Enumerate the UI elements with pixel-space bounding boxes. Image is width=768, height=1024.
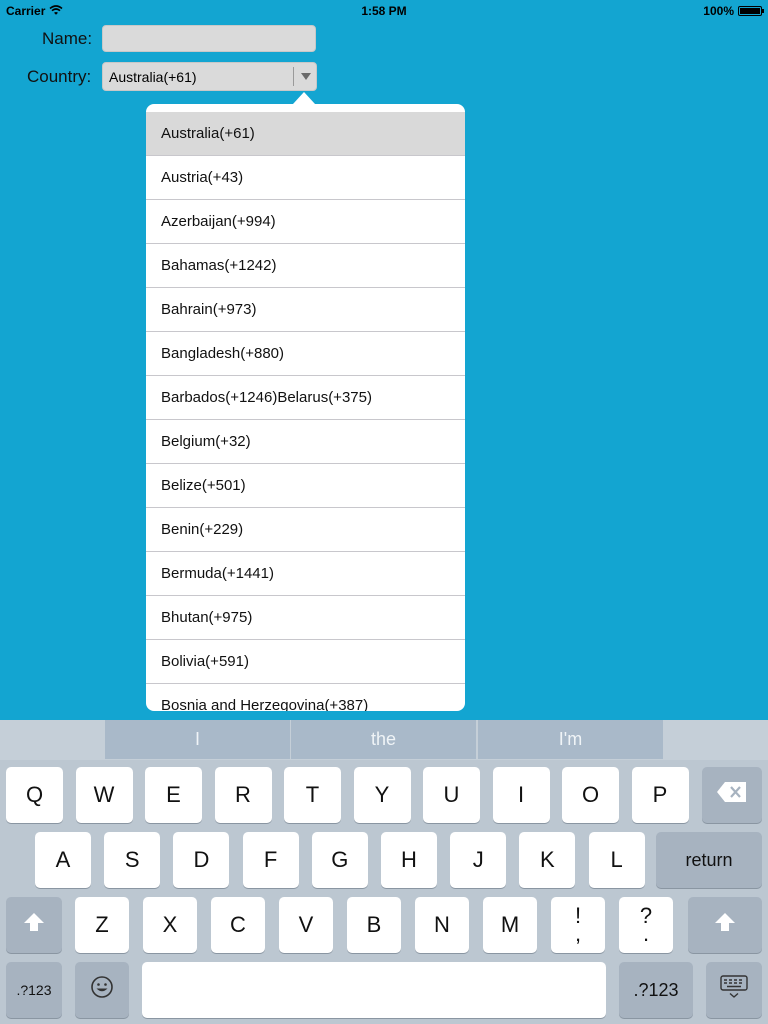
name-input[interactable] [102, 25, 316, 52]
shift-key-right[interactable] [688, 897, 762, 953]
key-w[interactable]: W [75, 767, 133, 823]
key-e[interactable]: E [145, 767, 202, 823]
key-a[interactable]: A [35, 832, 91, 888]
key-q[interactable]: Q [6, 767, 63, 823]
period-label: . [642, 921, 650, 946]
country-list-item[interactable]: Belgium(+32) [146, 420, 465, 464]
numbers-key-right[interactable]: .?123 [619, 962, 693, 1018]
key-v[interactable]: V [279, 897, 333, 953]
exclamation-comma-key[interactable]: ! , [551, 897, 605, 953]
key-l[interactable]: L [588, 832, 645, 888]
country-list-item[interactable]: Belize(+501) [146, 464, 465, 508]
keyboard: I the I'm return ! , ? . .?123 .?123 Q W… [0, 720, 768, 1024]
country-list-item[interactable]: Bangladesh(+880) [146, 332, 465, 376]
country-select[interactable]: Australia(+61) [102, 62, 317, 91]
key-r[interactable]: R [214, 767, 272, 823]
key-d[interactable]: D [173, 832, 230, 888]
country-list-item[interactable]: Barbados(+1246)Belarus(+375) [146, 376, 465, 420]
select-divider [293, 67, 294, 86]
prediction-1[interactable]: I [105, 720, 290, 759]
key-x[interactable]: X [143, 897, 197, 953]
country-list-item[interactable]: Bhutan(+975) [146, 596, 465, 640]
key-p[interactable]: P [631, 767, 689, 823]
key-k[interactable]: K [519, 832, 576, 888]
battery-percent: 100% [703, 4, 734, 18]
backspace-icon [716, 781, 748, 809]
popover-arrow [293, 92, 315, 104]
country-select-value: Australia(+61) [109, 69, 197, 85]
battery-fill [740, 8, 760, 14]
key-u[interactable]: U [423, 767, 480, 823]
hide-keyboard-icon [720, 975, 748, 1005]
country-list-item[interactable]: Bosnia and Herzegovina(+387) [146, 684, 465, 711]
emoji-key[interactable] [75, 962, 129, 1018]
return-key[interactable]: return [656, 832, 762, 888]
country-list-item[interactable]: Austria(+43) [146, 156, 465, 200]
key-o[interactable]: O [562, 767, 619, 823]
key-n[interactable]: N [415, 897, 469, 953]
country-list-item[interactable]: Bolivia(+591) [146, 640, 465, 684]
status-right: 100% [703, 4, 764, 18]
key-z[interactable]: Z [75, 897, 129, 953]
country-list-item[interactable]: Benin(+229) [146, 508, 465, 552]
key-h[interactable]: H [381, 832, 437, 888]
status-bar: Carrier 1:58 PM 100% [0, 0, 768, 22]
dropdown-arrow-icon[interactable] [301, 73, 311, 80]
question-period-key[interactable]: ? . [619, 897, 673, 953]
hide-keyboard-key[interactable] [706, 962, 762, 1018]
key-j[interactable]: J [450, 832, 507, 888]
key-s[interactable]: S [104, 832, 161, 888]
key-c[interactable]: C [211, 897, 265, 953]
space-key[interactable] [142, 962, 606, 1018]
shift-icon [714, 912, 736, 938]
country-popover[interactable]: Australia(+61) Austria(+43) Azerbaijan(+99… [146, 104, 465, 711]
key-b[interactable]: B [347, 897, 401, 953]
country-list[interactable]: Australia(+61) Austria(+43) Azerbaijan(+99… [146, 112, 465, 711]
keyboard-keys: return ! , ? . .?123 .?123 Q W E R T Y U… [0, 760, 768, 1024]
key-y[interactable]: Y [353, 767, 411, 823]
name-label: Name: [42, 29, 93, 48]
numbers-key-left[interactable]: .?123 [6, 962, 62, 1018]
comma-label: , [574, 921, 582, 946]
country-list-item[interactable]: Bahrain(+973) [146, 288, 465, 332]
prediction-3[interactable]: I'm [478, 720, 663, 759]
key-g[interactable]: G [311, 832, 368, 888]
key-i[interactable]: I [492, 767, 550, 823]
key-t[interactable]: T [284, 767, 341, 823]
key-m[interactable]: M [483, 897, 537, 953]
shift-icon [23, 912, 45, 938]
country-list-item[interactable]: Australia(+61) [146, 112, 465, 156]
battery-icon [738, 6, 764, 16]
country-list-item[interactable]: Bermuda(+1441) [146, 552, 465, 596]
country-list-item[interactable]: Bahamas(+1242) [146, 244, 465, 288]
prediction-2[interactable]: the [291, 720, 476, 759]
country-list-item[interactable]: Azerbaijan(+994) [146, 200, 465, 244]
shift-key-left[interactable] [6, 897, 62, 953]
prediction-bar: I the I'm [0, 720, 768, 760]
status-time: 1:58 PM [361, 4, 407, 18]
backspace-key[interactable] [702, 767, 762, 823]
key-f[interactable]: F [242, 832, 299, 888]
country-label: Country: [27, 67, 92, 86]
emoji-icon [90, 975, 114, 1005]
